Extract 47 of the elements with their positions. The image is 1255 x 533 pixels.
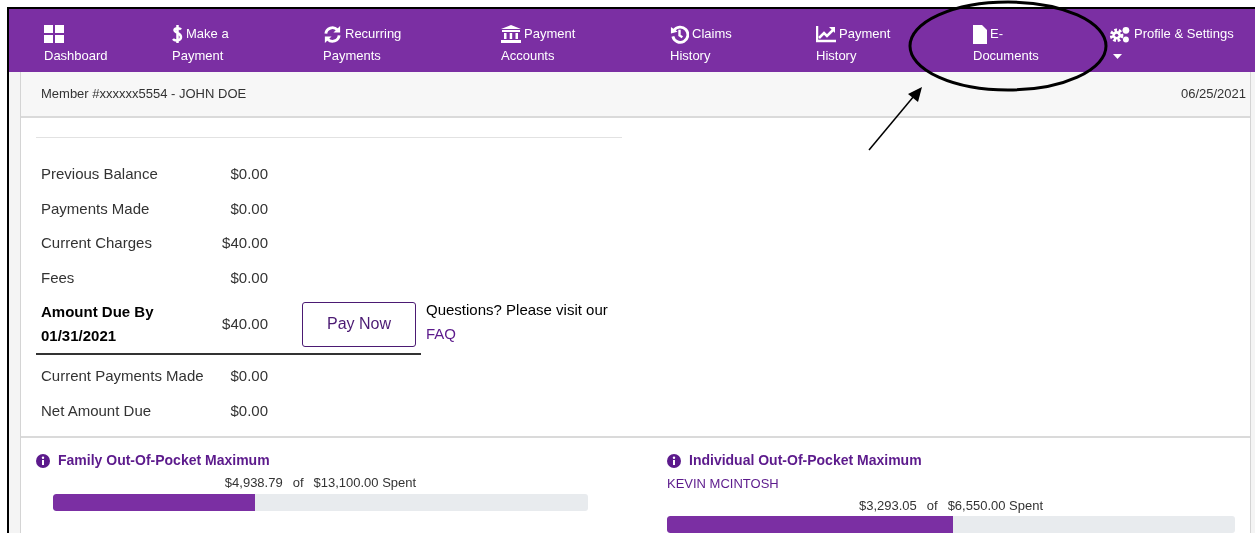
date-text: 06/25/2021 (1180, 85, 1246, 104)
nav-item[interactable]: Make a Payment (172, 23, 323, 72)
row-value: $0.00 (229, 164, 268, 184)
row-label: Fees (40, 267, 76, 288)
nav-item[interactable]: Recurring Payments (323, 23, 501, 72)
row-label: Net Amount Due (40, 400, 153, 421)
section-title: Individual Out-Of-Pocket Maximum (689, 451, 922, 470)
refresh-icon (323, 24, 342, 44)
nav-item[interactable]: Profile & Settings (1109, 23, 1251, 72)
spent-amount: $3,293.05 (858, 496, 917, 515)
nav-item[interactable]: Dashboard (44, 23, 172, 72)
row-label: Amount Due By 01/31/2021 (40, 302, 155, 346)
total-amount: $6,550.00 Spent (947, 496, 1044, 515)
row-label: Current Charges (40, 233, 153, 253)
row-label: Current Payments Made (40, 366, 203, 386)
grid-icon (44, 25, 64, 43)
faq-link[interactable]: FAQ (426, 325, 456, 342)
nav-item[interactable]: E- Documents (973, 23, 1109, 72)
of-text: of (292, 474, 304, 492)
nav-item[interactable]: Payment Accounts (501, 23, 670, 72)
row-value: $0.00 (229, 267, 268, 288)
nav-item[interactable]: Payment History (816, 23, 973, 72)
row-value: $0.00 (229, 400, 268, 421)
of-text: of (926, 496, 938, 515)
section-title: Family Out-Of-Pocket Maximum (58, 451, 270, 470)
document-icon (973, 24, 987, 44)
row-value: $0.00 (229, 198, 268, 219)
row-label: Previous Balance (40, 164, 159, 184)
row-label: Payments Made (40, 198, 151, 219)
row-value: $0.00 (229, 366, 268, 386)
history-icon (670, 24, 689, 44)
questions-text: Questions? Please visit our (426, 300, 609, 320)
annotation-arrow (868, 87, 922, 151)
pay-now-button[interactable]: Pay Now (302, 301, 416, 347)
total-amount: $13,100.00 Spent (313, 474, 417, 492)
info-icon[interactable] (667, 453, 681, 468)
gears-icon (1109, 25, 1131, 43)
bank-icon (501, 25, 521, 43)
nav-item[interactable]: Claims History (670, 23, 816, 72)
spent-amount: $4,938.79 (224, 474, 283, 492)
row-value: $40.00 (221, 233, 268, 253)
dollar-icon (172, 24, 183, 44)
row-value: $40.00 (221, 313, 268, 334)
line-chart-icon (816, 25, 836, 43)
member-info: Member #xxxxxx5554 - JOHN DOE (41, 85, 247, 104)
info-icon[interactable] (36, 453, 50, 468)
member-name: KEVIN MCINTOSH (667, 475, 780, 493)
